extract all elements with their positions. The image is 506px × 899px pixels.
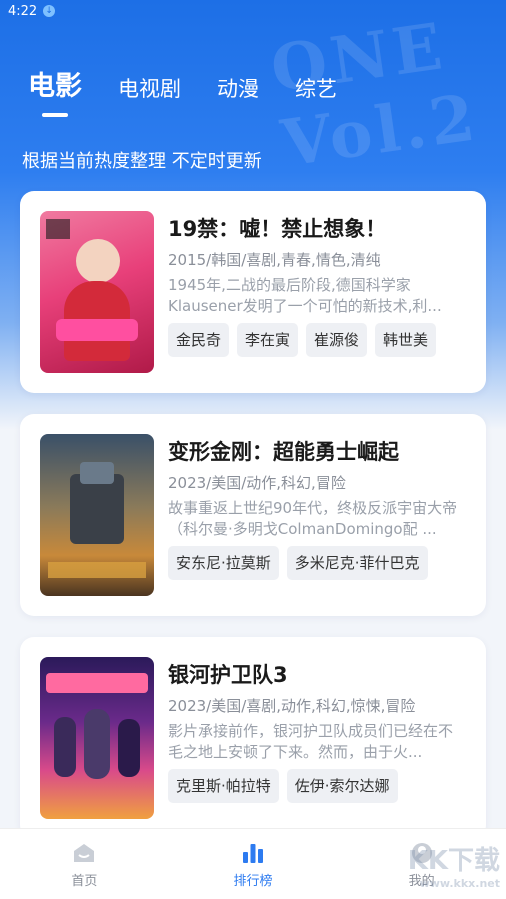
cast-tags: 克里斯·帕拉特 佐伊·索尔达娜 [168,769,406,803]
movie-card[interactable]: 变形金刚：超能勇士崛起 2023/美国/动作,科幻,冒险 故事重返上世纪90年代… [20,414,486,616]
status-bar: 4:22 ↓ [0,0,506,22]
cast-tags: 安东尼·拉莫斯 多米尼克·菲什巴克 [168,546,436,580]
notification-icon: ↓ [43,5,56,17]
page-subtitle: 根据当前热度整理 不定时更新 [22,151,262,172]
cast-tag[interactable]: 崔源俊 [306,323,368,357]
watermark-logo: KK下载 www.kkx.net [408,840,500,890]
movie-poster [40,657,154,819]
movie-title: 19禁：嘘！禁止想象！ [168,217,387,241]
cast-tag[interactable]: 安东尼·拉莫斯 [168,546,279,580]
cast-tag[interactable]: 金民奇 [168,323,230,357]
movie-description: 影片承接前作，银河护卫队成员们已经在不毛之地上安顿了下来。然而，由于火... [168,722,454,761]
movie-card[interactable]: 银河护卫队3 2023/美国/喜剧,动作,科幻,惊悚,冒险 影片承接前作，银河护… [20,637,486,839]
cast-tag[interactable]: 李在寅 [237,323,299,357]
tab-movie[interactable]: 电影 [28,64,82,103]
tab-anime[interactable]: 动漫 [217,73,259,103]
status-time: 4:22 [8,3,38,19]
cast-tags: 金民奇 李在寅 崔源俊 韩世美 [168,323,444,357]
cast-tag[interactable]: 韩世美 [375,323,437,357]
movie-poster [40,211,154,373]
nav-home[interactable]: 首页 [24,840,144,889]
home-icon [74,843,95,862]
cast-tag[interactable]: 佐伊·索尔达娜 [286,769,398,803]
movie-meta: 2023/美国/动作,科幻,冒险 [168,474,346,492]
cast-tag[interactable]: 多米尼克·菲什巴克 [286,546,428,580]
movie-description: 1945年,二战的最后阶段,德国科学家Klausener发明了一个可怕的新技术,… [168,276,442,315]
nav-home-label: 首页 [71,873,98,889]
tab-variety[interactable]: 综艺 [295,73,337,103]
cast-tag[interactable]: 克里斯·帕拉特 [168,769,279,803]
ranking-icon [242,843,263,863]
movie-card[interactable]: 19禁：嘘！禁止想象！ 2015/韩国/喜剧,青春,情色,清纯 1945年,二战… [20,191,486,393]
category-tabs: 电影 电视剧 动漫 综艺 [28,64,373,103]
movie-meta: 2015/韩国/喜剧,青春,情色,清纯 [168,251,381,269]
watermark-url: www.kkx.net [419,877,500,890]
movie-meta: 2023/美国/喜剧,动作,科幻,惊悚,冒险 [168,697,416,715]
movie-title: 银河护卫队3 [168,663,288,687]
movie-title: 变形金刚：超能勇士崛起 [168,440,399,464]
movie-description: 故事重返上世纪90年代，终极反派宇宙大帝（科尔曼·多明戈ColmanDoming… [168,499,458,538]
watermark-text: KK下载 [407,846,500,876]
tab-tv[interactable]: 电视剧 [118,73,181,103]
nav-ranking-label: 排行榜 [233,873,273,889]
movie-poster [40,434,154,596]
nav-ranking[interactable]: 排行榜 [193,840,313,889]
